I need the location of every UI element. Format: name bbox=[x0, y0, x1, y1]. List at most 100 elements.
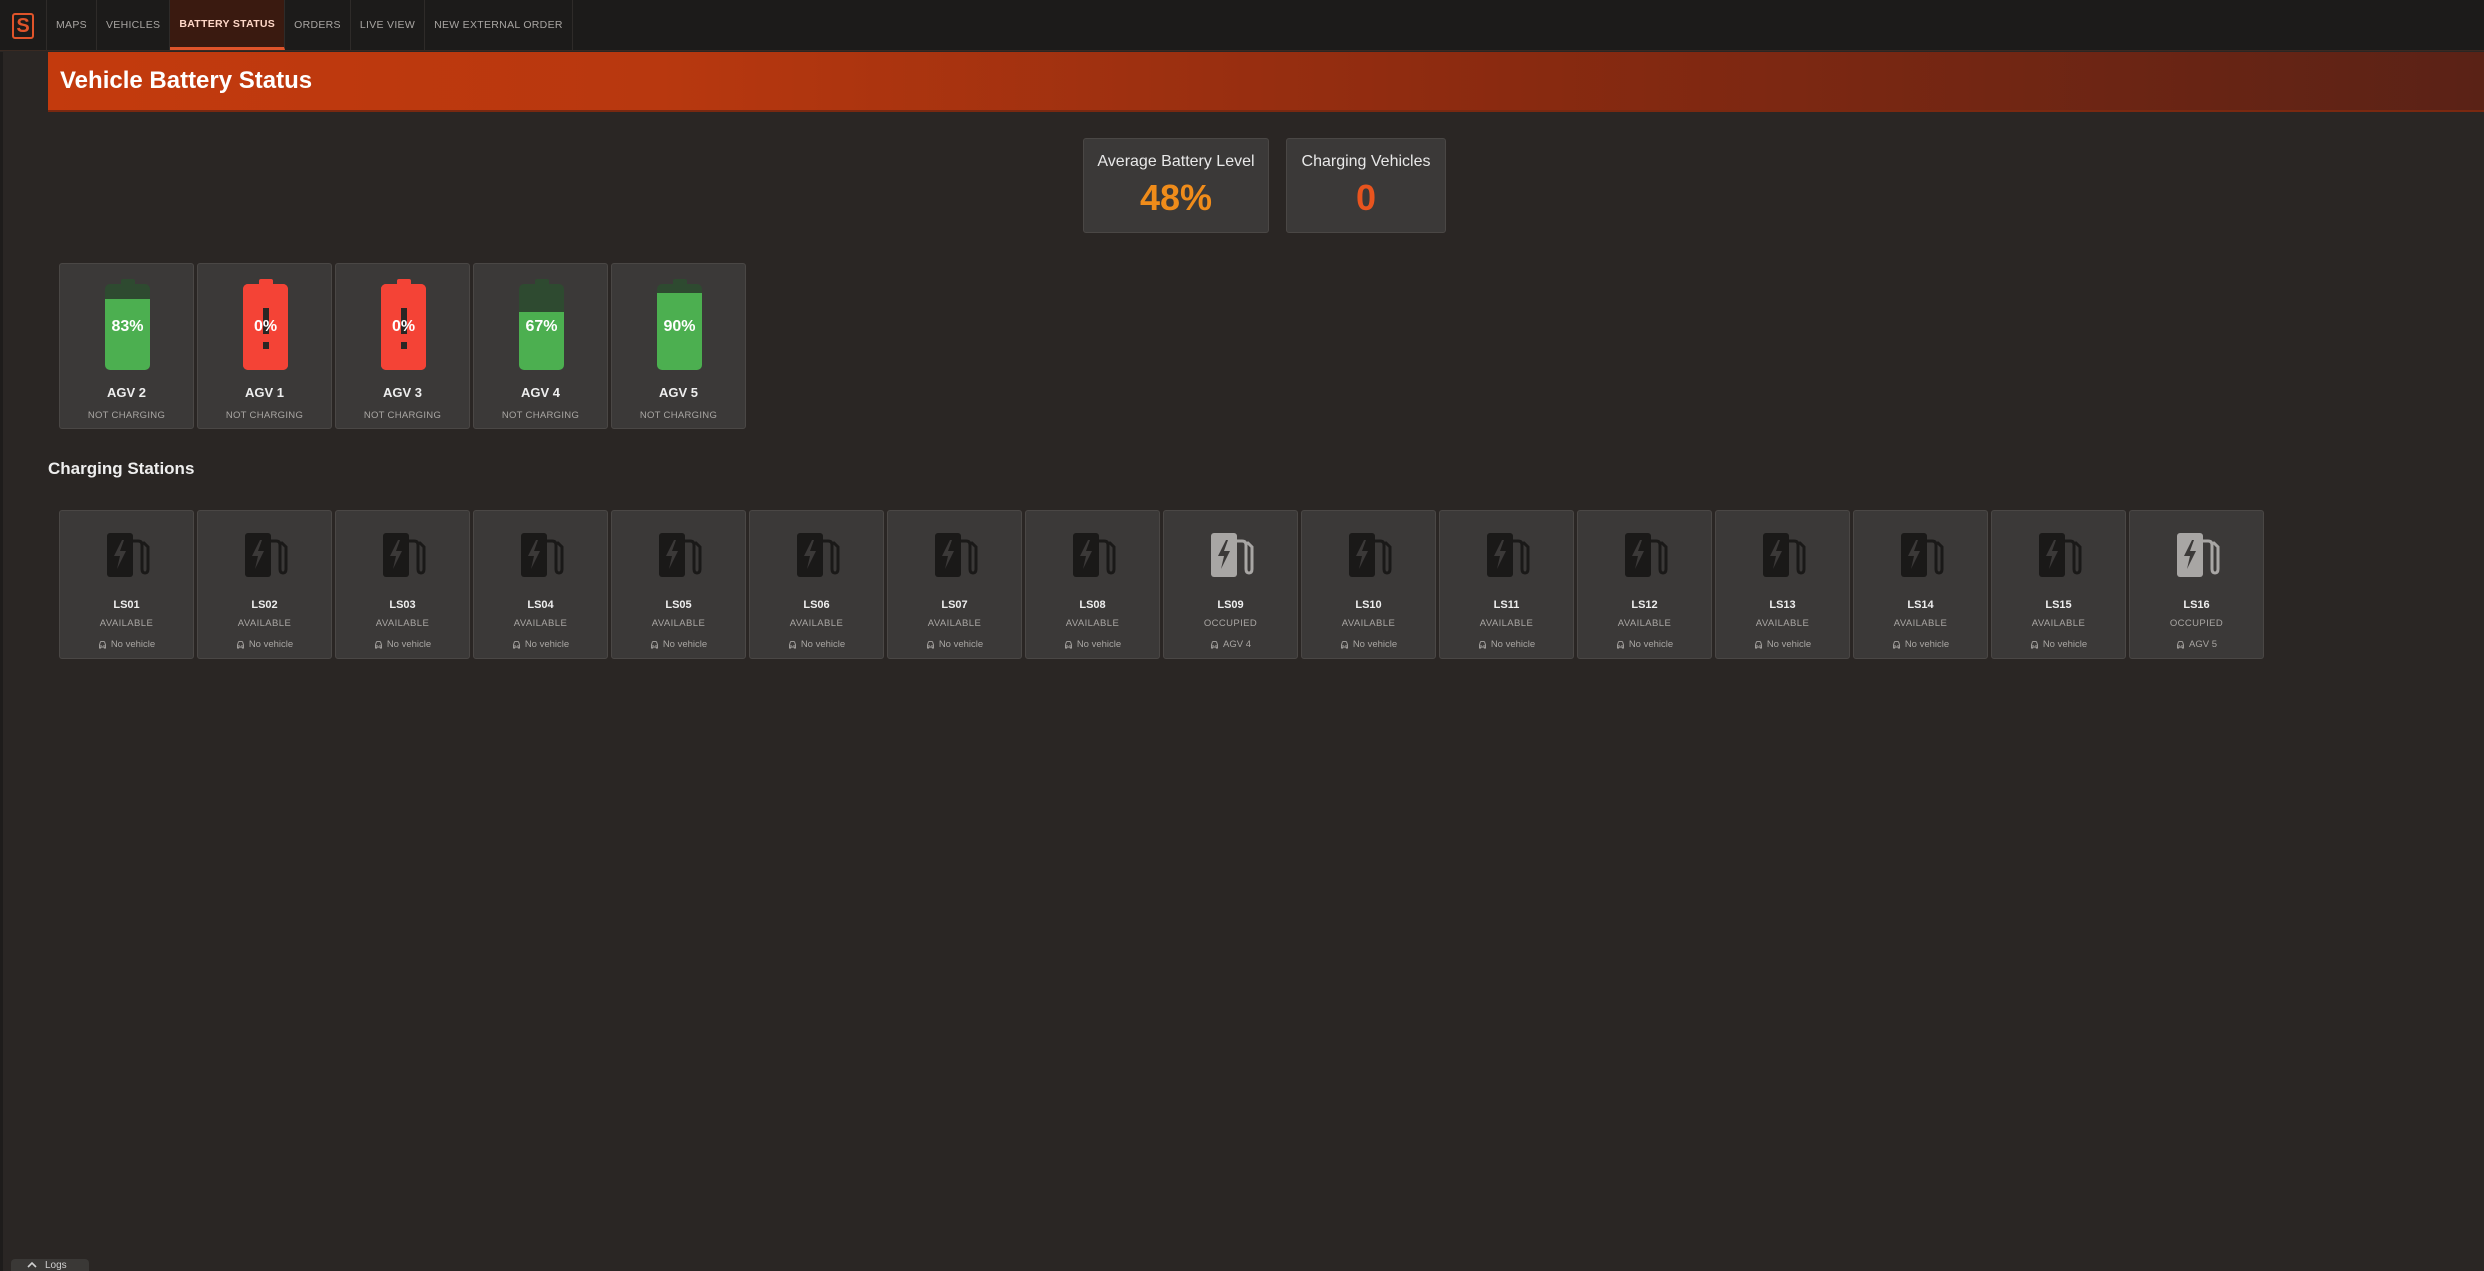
station-name: LS09 bbox=[1217, 599, 1244, 611]
page-title: Vehicle Battery Status bbox=[60, 67, 313, 94]
nav-tab-vehicles[interactable]: VEHICLES bbox=[97, 0, 171, 50]
station-name: LS11 bbox=[1493, 599, 1520, 611]
station-name: LS13 bbox=[1769, 599, 1796, 611]
vehicle-name: AGV 3 bbox=[382, 385, 422, 400]
station-name: LS15 bbox=[2045, 599, 2072, 611]
charging-station-card[interactable]: LS12 AVAILABLE No vehicle bbox=[1577, 510, 1712, 659]
station-name: LS01 bbox=[113, 599, 140, 611]
station-name: LS10 bbox=[1355, 599, 1382, 611]
charging-station-card[interactable]: LS16 OCCUPIED AGV 5 bbox=[2129, 510, 2264, 659]
nav-tab-live-view[interactable]: LIVE VIEW bbox=[351, 0, 426, 50]
battery-icon: 0% bbox=[243, 284, 288, 370]
app-logo[interactable]: S bbox=[0, 0, 47, 51]
charging-station-card[interactable]: LS11 AVAILABLE No vehicle bbox=[1439, 510, 1574, 659]
station-vehicle: No vehicle bbox=[1854, 639, 1987, 650]
car-icon bbox=[1340, 640, 1348, 648]
battery-icon: 90% bbox=[657, 284, 702, 370]
battery-percentage: 67% bbox=[525, 318, 558, 335]
station-status: AVAILABLE bbox=[1893, 618, 1948, 629]
ev-charger-icon bbox=[107, 533, 150, 577]
station-name: LS06 bbox=[803, 599, 830, 611]
ev-charger-icon bbox=[1625, 533, 1668, 577]
station-status: AVAILABLE bbox=[1065, 618, 1120, 629]
ev-charger-icon bbox=[659, 533, 702, 577]
station-status: AVAILABLE bbox=[375, 618, 430, 629]
car-icon bbox=[926, 640, 934, 648]
car-icon bbox=[650, 640, 658, 648]
car-icon bbox=[512, 640, 520, 648]
station-status: OCCUPIED bbox=[2169, 618, 2224, 629]
charging-station-card[interactable]: LS13 AVAILABLE No vehicle bbox=[1715, 510, 1850, 659]
average-battery-card: Average Battery Level 48% bbox=[1083, 138, 1269, 233]
average-battery-label: Average Battery Level bbox=[1097, 153, 1255, 170]
charging-station-card[interactable]: LS03 AVAILABLE No vehicle bbox=[335, 510, 470, 659]
station-status: AVAILABLE bbox=[789, 618, 844, 629]
station-vehicle: No vehicle bbox=[198, 639, 331, 650]
charging-station-card[interactable]: LS05 AVAILABLE No vehicle bbox=[611, 510, 746, 659]
charging-station-card[interactable]: LS14 AVAILABLE No vehicle bbox=[1853, 510, 1988, 659]
nav-tab-new-external-order[interactable]: NEW EXTERNAL ORDER bbox=[425, 0, 573, 50]
vehicle-charging-status: NOT CHARGING bbox=[87, 410, 166, 421]
nav-tab-maps[interactable]: MAPS bbox=[47, 0, 97, 50]
station-vehicle: AGV 4 bbox=[1164, 639, 1297, 650]
station-status: AVAILABLE bbox=[2031, 618, 2086, 629]
ev-charger-icon bbox=[1763, 533, 1806, 577]
nav-tab-orders[interactable]: ORDERS bbox=[285, 0, 351, 50]
vehicle-name: AGV 2 bbox=[106, 385, 146, 400]
vehicle-card[interactable]: 0% AGV 3 NOT CHARGING bbox=[335, 263, 470, 429]
station-vehicle-label: No vehicle bbox=[662, 639, 708, 650]
station-vehicle: No vehicle bbox=[1440, 639, 1573, 650]
station-vehicle: No vehicle bbox=[60, 639, 193, 650]
station-status: AVAILABLE bbox=[1479, 618, 1534, 629]
car-icon bbox=[2177, 640, 2184, 648]
ev-charger-icon bbox=[1901, 533, 1944, 577]
vehicle-name: AGV 5 bbox=[658, 385, 698, 400]
charging-station-card[interactable]: LS04 AVAILABLE No vehicle bbox=[473, 510, 608, 659]
battery-percentage: 83% bbox=[111, 318, 144, 335]
vehicle-charging-status: NOT CHARGING bbox=[363, 410, 442, 421]
nav-tab-battery-status[interactable]: BATTERY STATUS bbox=[170, 0, 286, 50]
station-name: LS07 bbox=[941, 599, 968, 611]
logs-toggle-button[interactable]: Logs bbox=[11, 1259, 89, 1271]
station-vehicle: No vehicle bbox=[612, 639, 745, 650]
ev-charger-icon bbox=[521, 533, 564, 577]
car-icon bbox=[98, 640, 106, 648]
logs-label: Logs bbox=[45, 1259, 67, 1271]
vehicle-card[interactable]: 83% AGV 2 NOT CHARGING bbox=[59, 263, 194, 429]
car-icon bbox=[1892, 640, 1900, 648]
station-vehicle: No vehicle bbox=[1302, 639, 1435, 650]
charging-station-card[interactable]: LS07 AVAILABLE No vehicle bbox=[887, 510, 1022, 659]
vehicle-charging-status: NOT CHARGING bbox=[639, 410, 718, 421]
charging-station-card[interactable]: LS06 AVAILABLE No vehicle bbox=[749, 510, 884, 659]
charging-station-card[interactable]: LS09 OCCUPIED AGV 4 bbox=[1163, 510, 1298, 659]
station-name: LS14 bbox=[1907, 599, 1934, 611]
station-vehicle: No vehicle bbox=[750, 639, 883, 650]
charging-station-card[interactable]: LS15 AVAILABLE No vehicle bbox=[1991, 510, 2126, 659]
vehicle-name: AGV 1 bbox=[244, 385, 284, 400]
ev-charger-icon bbox=[935, 533, 978, 577]
station-vehicle-label: No vehicle bbox=[2042, 639, 2088, 650]
station-vehicle-label: No vehicle bbox=[800, 639, 846, 650]
station-vehicle-label: No vehicle bbox=[1490, 639, 1536, 650]
charging-vehicles-label: Charging Vehicles bbox=[1301, 153, 1431, 170]
charging-station-card[interactable]: LS02 AVAILABLE No vehicle bbox=[197, 510, 332, 659]
station-status: AVAILABLE bbox=[1755, 618, 1810, 629]
station-vehicle-label: No vehicle bbox=[524, 639, 570, 650]
charging-station-card[interactable]: LS10 AVAILABLE No vehicle bbox=[1301, 510, 1436, 659]
station-vehicle-label: No vehicle bbox=[938, 639, 984, 650]
battery-icon: 67% bbox=[519, 284, 564, 370]
charging-stations-title: Charging Stations bbox=[48, 459, 195, 478]
station-vehicle: No vehicle bbox=[888, 639, 1021, 650]
station-vehicle-label: No vehicle bbox=[1904, 639, 1950, 650]
charging-station-card[interactable]: LS08 AVAILABLE No vehicle bbox=[1025, 510, 1160, 659]
station-status: OCCUPIED bbox=[1203, 618, 1258, 629]
charging-station-card[interactable]: LS01 AVAILABLE No vehicle bbox=[59, 510, 194, 659]
car-icon bbox=[1754, 640, 1762, 648]
vehicle-card[interactable]: 90% AGV 5 NOT CHARGING bbox=[611, 263, 746, 429]
vehicle-card[interactable]: 67% AGV 4 NOT CHARGING bbox=[473, 263, 608, 429]
vehicle-card[interactable]: 0% AGV 1 NOT CHARGING bbox=[197, 263, 332, 429]
charging-vehicles-card: Charging Vehicles 0 bbox=[1286, 138, 1446, 233]
battery-warning-dot bbox=[401, 342, 407, 349]
station-name: LS02 bbox=[251, 599, 278, 611]
ev-charger-icon bbox=[1487, 533, 1530, 577]
